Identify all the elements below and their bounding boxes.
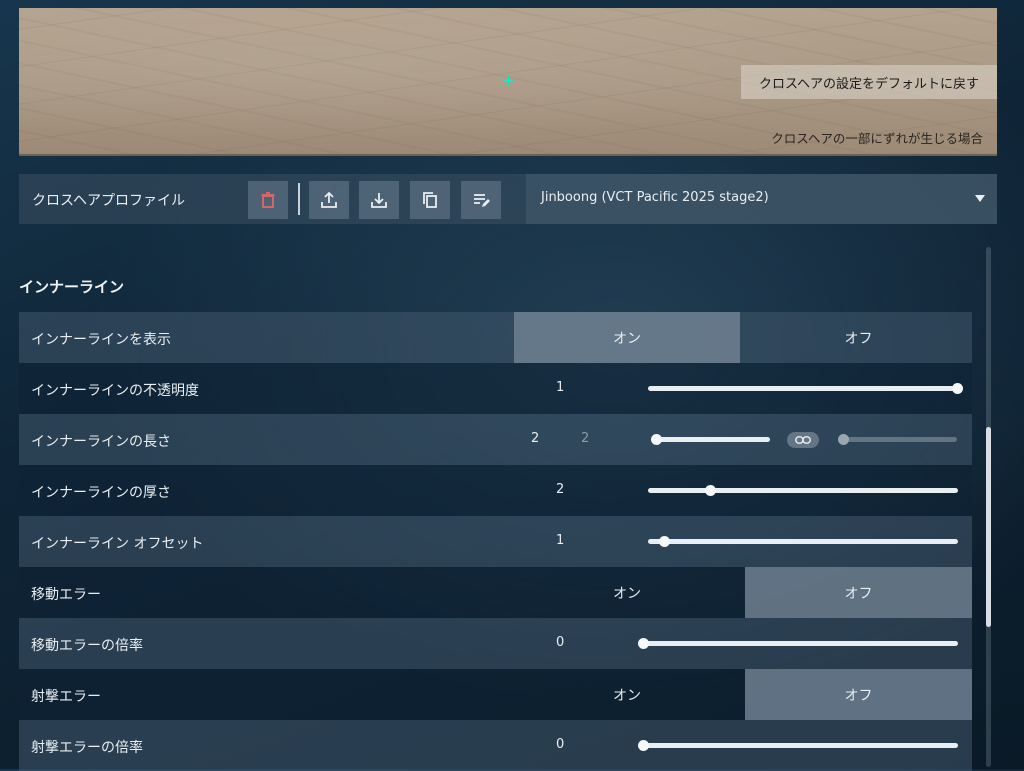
setting-row-inner-line-length: インナーラインの長さ 2 2 [19,414,972,465]
scrollbar-thumb[interactable] [986,427,991,627]
upload-icon [321,191,337,208]
setting-label: 移動エラー [31,587,101,603]
toolbar-divider [298,183,300,215]
slider-knob[interactable] [838,434,850,445]
length-slider-secondary[interactable] [838,434,957,445]
crosshair-profile-bar: クロスヘアプロファイル Jinboong (VCT Pacific 2025 s… [19,174,997,224]
profile-select[interactable]: Jinboong (VCT Pacific 2025 stage2) [526,174,997,224]
trash-icon [261,192,275,208]
delete-profile-button[interactable] [248,181,288,219]
toggle-off-button[interactable]: オフ [745,567,972,618]
link-icon [795,436,811,444]
setting-row-inner-line-opacity: インナーラインの不透明度 1 [19,363,972,414]
setting-label: 射撃エラー [31,689,101,705]
toggle-on-button[interactable]: オン [514,669,740,720]
setting-row-movement-error: 移動エラー オン オフ [19,567,972,618]
toggle-on-button[interactable]: オン [514,567,740,618]
section-title-inner-lines: インナーライン [19,278,125,296]
setting-value-primary: 2 [531,431,540,446]
slider-knob[interactable] [638,638,649,649]
setting-row-movement-error-multiplier: 移動エラーの倍率 0 [19,618,972,669]
setting-label: インナーラインの厚さ [31,485,171,501]
setting-value: 0 [556,635,565,650]
download-icon [371,193,387,208]
rename-profile-button[interactable] [461,181,501,219]
setting-value-secondary: 2 [581,431,590,446]
offset-slider[interactable] [648,536,958,547]
setting-label: インナーラインを表示 [31,332,171,348]
setting-label: 移動エラーの倍率 [31,638,143,654]
setting-label: 射撃エラーの倍率 [31,740,143,756]
slider-knob[interactable] [658,536,670,547]
crosshair-dot-icon [504,76,513,85]
firing-error-multiplier-slider[interactable] [638,740,958,751]
setting-label: インナーライン オフセット [31,536,204,552]
profile-label: クロスヘアプロファイル [32,193,186,209]
length-slider-primary[interactable] [651,434,770,445]
movement-error-multiplier-slider[interactable] [638,638,958,649]
slider-knob[interactable] [952,383,963,394]
setting-row-inner-line-thickness: インナーラインの厚さ 2 [19,465,972,516]
opacity-slider[interactable] [648,383,963,394]
inner-line-settings-list: インナーラインを表示 オン オフ インナーラインの不透明度 1 インナーラインの… [19,312,972,771]
copy-icon [423,192,437,208]
edit-list-icon [474,194,490,207]
slider-knob[interactable] [705,485,716,496]
chevron-down-icon [975,195,985,202]
reset-crosshair-button[interactable]: クロスヘアの設定をデフォルトに戻す [741,65,997,99]
toggle-off-button[interactable]: オフ [745,312,972,363]
setting-value: 0 [556,737,565,752]
profile-select-value: Jinboong (VCT Pacific 2025 stage2) [541,190,769,205]
import-profile-button[interactable] [359,181,399,219]
setting-label: インナーラインの不透明度 [31,383,199,399]
setting-row-firing-error-multiplier: 射撃エラーの倍率 0 [19,720,972,771]
export-profile-button[interactable] [309,181,349,219]
toggle-off-button[interactable]: オフ [745,669,972,720]
crosshair-misalign-help-link[interactable]: クロスヘアの一部にずれが生じる場合 [771,128,983,147]
copy-profile-button[interactable] [410,181,450,219]
settings-scrollbar[interactable] [986,247,991,767]
link-lengths-button[interactable] [787,432,819,448]
slider-knob[interactable] [651,434,663,445]
setting-row-show-inner-lines: インナーラインを表示 オン オフ [19,312,972,363]
thickness-slider[interactable] [648,485,958,496]
setting-value: 1 [556,380,565,395]
setting-row-firing-error: 射撃エラー オン オフ [19,669,972,720]
setting-value: 2 [556,482,565,497]
slider-knob[interactable] [638,740,649,751]
setting-value: 1 [556,533,565,548]
toggle-on-button[interactable]: オン [514,312,740,363]
setting-label: インナーラインの長さ [31,434,171,450]
setting-row-inner-line-offset: インナーライン オフセット 1 [19,516,972,567]
crosshair-preview: クロスヘアの設定をデフォルトに戻す クロスヘアの一部にずれが生じる場合 [19,8,997,156]
